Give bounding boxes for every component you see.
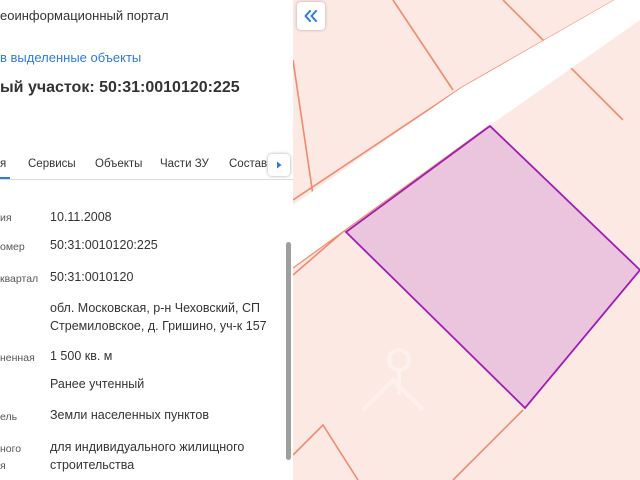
back-to-selected-link[interactable]: в выделенные объекты xyxy=(0,50,141,65)
detail-value: Ранее учтенный xyxy=(50,377,145,391)
collapse-panel-button[interactable] xyxy=(297,2,325,30)
tab-parts[interactable]: Части ЗУ xyxy=(160,158,209,170)
tab-services[interactable]: Сервисы xyxy=(28,158,76,170)
parcel-boundary-line xyxy=(452,409,524,480)
detail-value: 50:31:0010120 xyxy=(50,270,134,284)
detail-value: для индивидуального жилищного строительс… xyxy=(50,440,245,472)
scrollbar-thumb[interactable] xyxy=(286,242,291,460)
map-view[interactable] xyxy=(293,0,640,480)
tab-bar: я Сервисы Объекты Части ЗУ Состав xyxy=(0,150,293,180)
detail-label: ненная xyxy=(0,352,35,364)
detail-value: Земли населенных пунктов xyxy=(50,408,209,422)
detail-label: квартал xyxy=(0,273,39,285)
page-title: ый участок: 50:31:0010120:225 xyxy=(0,79,240,96)
tab-info[interactable]: я xyxy=(0,158,6,170)
parcel-boundary-line xyxy=(392,0,454,91)
tab-composition[interactable]: Состав xyxy=(229,158,267,170)
watermark-logo xyxy=(361,348,425,412)
detail-label: ель xyxy=(0,411,18,423)
info-panel: еоинформационный портал в выделенные объ… xyxy=(0,0,293,480)
chevrons-left-icon xyxy=(304,10,317,22)
detail-value: обл. Московская, р-н Чеховский, СП Стрем… xyxy=(50,301,267,333)
detail-value: 50:31:0010120:225 xyxy=(50,238,158,252)
divider xyxy=(0,179,293,180)
detail-value: 1 500 кв. м xyxy=(50,349,113,363)
detail-label: я xyxy=(0,460,6,472)
parcel-boundary-line xyxy=(293,423,359,480)
portal-title: еоинформационный портал xyxy=(0,8,169,23)
detail-value: 10.11.2008 xyxy=(50,210,112,224)
detail-label: омер xyxy=(0,241,25,253)
tab-objects[interactable]: Объекты xyxy=(95,158,142,170)
parcel-boundary-line xyxy=(293,59,314,196)
cadastral-map[interactable] xyxy=(293,0,640,480)
triangle-right-icon xyxy=(277,161,282,169)
tabs-scroll-right-button[interactable] xyxy=(268,154,290,176)
detail-label: ия xyxy=(0,212,12,224)
detail-label: ного xyxy=(0,443,22,455)
